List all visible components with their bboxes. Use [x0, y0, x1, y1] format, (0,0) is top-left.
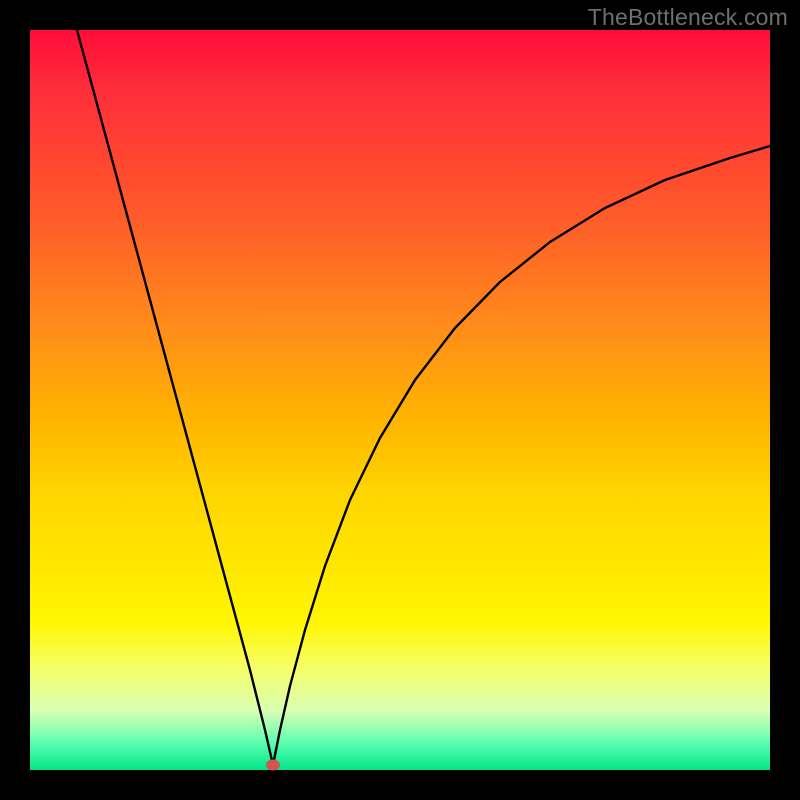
chart-frame: TheBottleneck.com [0, 0, 800, 800]
plot-area [30, 30, 770, 770]
bottleneck-curve [30, 30, 770, 770]
curve-path [77, 30, 770, 765]
watermark-text: TheBottleneck.com [588, 4, 788, 31]
valley-marker [266, 760, 280, 771]
